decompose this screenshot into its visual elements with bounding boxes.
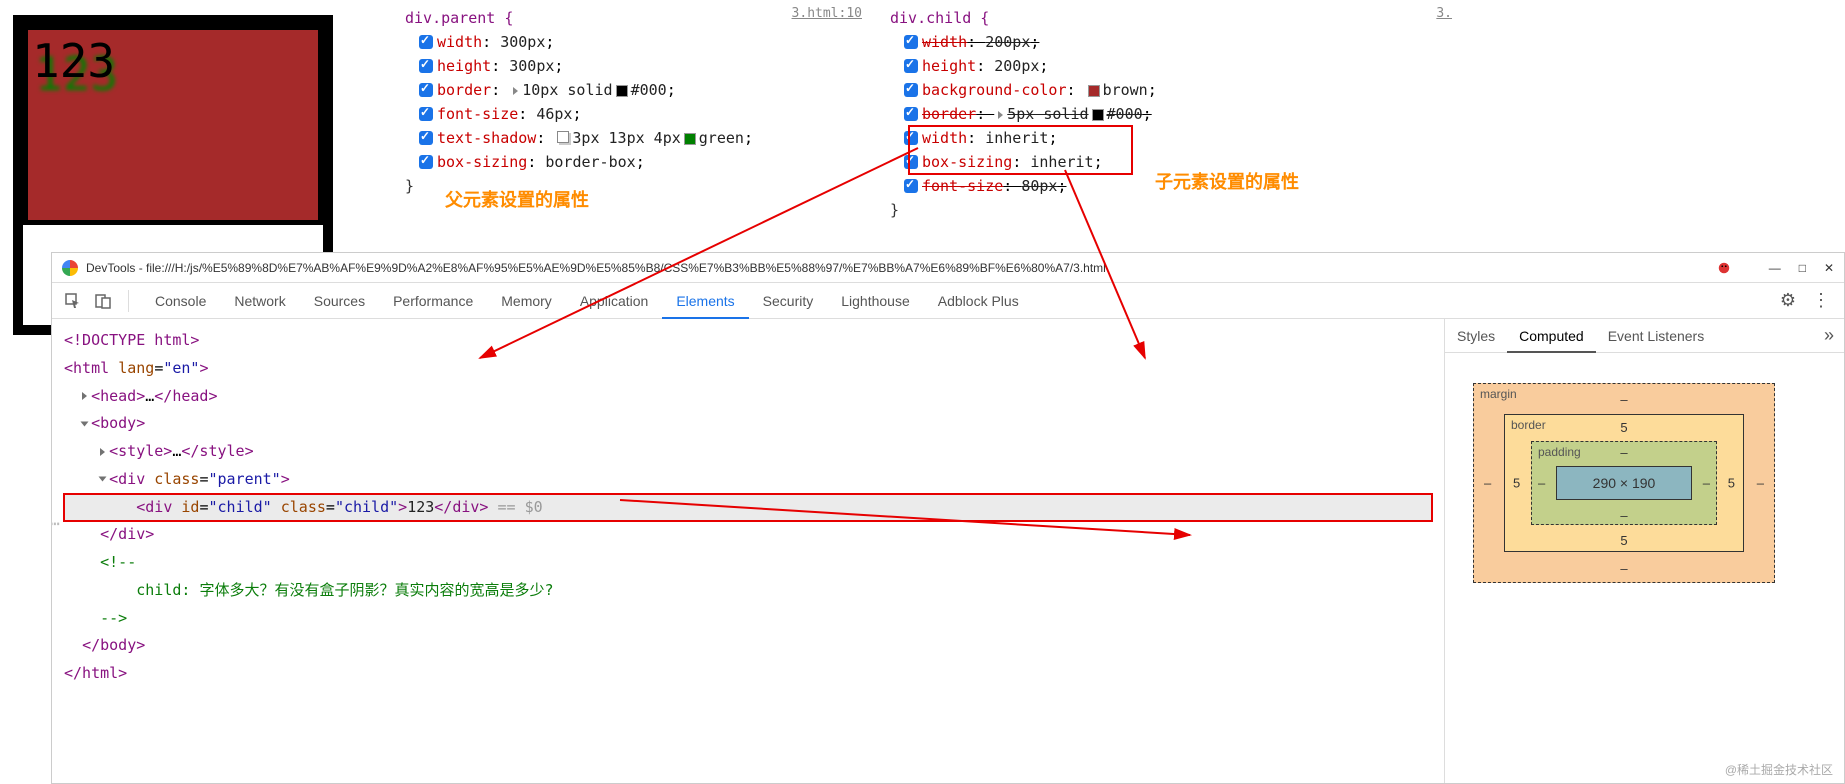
highlight-box-inherit [908, 125, 1133, 175]
box-model: margin ‒ ‒ ‒ ‒ border 5 5 5 5 padding ‒ [1445, 353, 1844, 783]
tab-security[interactable]: Security [749, 283, 828, 319]
tab-console[interactable]: Console [141, 283, 220, 319]
css-toggle-checkbox[interactable] [419, 131, 433, 145]
bug-icon[interactable] [1717, 261, 1731, 275]
css-selector: div.parent { [405, 9, 513, 27]
css-toggle-checkbox[interactable] [904, 107, 918, 121]
tab-adblock-plus[interactable]: Adblock Plus [924, 283, 1033, 319]
bm-border-label: border [1511, 418, 1546, 432]
annotation-parent-label: 父元素设置的属性 [445, 186, 589, 212]
collapse-icon[interactable] [81, 421, 89, 426]
more-icon[interactable]: » [1814, 325, 1844, 346]
ellipsis-icon: ⋯ [52, 509, 62, 539]
css-declaration[interactable]: text-shadow: 3px 13px 4pxgreen; [405, 126, 860, 150]
css-declaration[interactable]: height: 200px; [890, 54, 1450, 78]
watermark: @稀土掘金技术社区 [1725, 761, 1833, 778]
annotation-child-label: 子元素设置的属性 [1155, 168, 1299, 194]
css-toggle-checkbox[interactable] [904, 35, 918, 49]
css-selector: div.child { [890, 9, 989, 27]
settings-icon[interactable]: ⚙ [1774, 290, 1802, 311]
css-toggle-checkbox[interactable] [419, 107, 433, 121]
tab-sources[interactable]: Sources [300, 283, 379, 319]
bm-margin-label: margin [1480, 387, 1517, 401]
source-link[interactable]: 3. [1436, 4, 1452, 25]
side-tab-styles[interactable]: Styles [1445, 319, 1507, 353]
css-toggle-checkbox[interactable] [904, 179, 918, 193]
css-declaration[interactable]: width: 200px; [890, 30, 1450, 54]
more-icon[interactable]: ⋮ [1806, 290, 1836, 311]
css-toggle-checkbox[interactable] [904, 83, 918, 97]
devtools-tabbar: ConsoleNetworkSourcesPerformanceMemoryAp… [52, 283, 1844, 319]
css-declaration[interactable]: background-color: brown; [890, 78, 1450, 102]
elements-dom-tree[interactable]: ⋯ <!DOCTYPE html> <html lang="en"> <head… [52, 319, 1444, 783]
devtools-window: DevTools - file:///H:/js/%E5%89%8D%E7%AB… [51, 252, 1845, 784]
css-toggle-checkbox[interactable] [904, 59, 918, 73]
tab-network[interactable]: Network [220, 283, 299, 319]
expand-icon[interactable] [82, 392, 87, 400]
styles-panel-parent: 3.html:10 div.parent { width: 300px;heig… [395, 0, 870, 204]
window-maximize-button[interactable]: □ [1799, 261, 1806, 275]
side-tab-event-listeners[interactable]: Event Listeners [1596, 319, 1717, 353]
brace-close: } [890, 198, 1450, 222]
inspect-icon[interactable] [60, 288, 86, 314]
rendered-child: 123 [23, 25, 323, 225]
css-declaration[interactable]: border: 10px solid#000; [405, 78, 860, 102]
css-declaration[interactable]: font-size: 46px; [405, 102, 860, 126]
devtools-title: DevTools - file:///H:/js/%E5%89%8D%E7%AB… [86, 261, 1106, 275]
css-declaration[interactable]: height: 300px; [405, 54, 860, 78]
css-toggle-checkbox[interactable] [419, 35, 433, 49]
devtools-icon [62, 260, 78, 276]
source-link[interactable]: 3.html:10 [792, 4, 862, 25]
device-icon[interactable] [90, 288, 116, 314]
bm-content: 290 × 190 [1556, 466, 1692, 500]
css-declaration[interactable]: box-sizing: border-box; [405, 150, 860, 174]
tab-performance[interactable]: Performance [379, 283, 487, 319]
tab-application[interactable]: Application [566, 283, 663, 319]
css-declaration[interactable]: border: 5px solid#000; [890, 102, 1450, 126]
window-close-button[interactable]: ✕ [1824, 261, 1834, 275]
side-panel: StylesComputedEvent Listeners » margin ‒ … [1444, 319, 1844, 783]
css-toggle-checkbox[interactable] [419, 83, 433, 97]
tab-lighthouse[interactable]: Lighthouse [827, 283, 924, 319]
collapse-icon[interactable] [99, 477, 107, 482]
css-toggle-checkbox[interactable] [419, 59, 433, 73]
bm-padding-label: padding [1538, 445, 1581, 459]
side-tabs: StylesComputedEvent Listeners » [1445, 319, 1844, 353]
dom-selected-row[interactable]: <div id="child" class="child">123</div> … [64, 494, 1432, 522]
devtools-titlebar: DevTools - file:///H:/js/%E5%89%8D%E7%AB… [52, 253, 1844, 283]
window-minimize-button[interactable]: — [1769, 261, 1781, 275]
css-declaration[interactable]: width: 300px; [405, 30, 860, 54]
css-toggle-checkbox[interactable] [419, 155, 433, 169]
tab-memory[interactable]: Memory [487, 283, 566, 319]
expand-icon[interactable] [100, 448, 105, 456]
tab-elements[interactable]: Elements [662, 283, 748, 319]
side-tab-computed[interactable]: Computed [1507, 319, 1596, 353]
